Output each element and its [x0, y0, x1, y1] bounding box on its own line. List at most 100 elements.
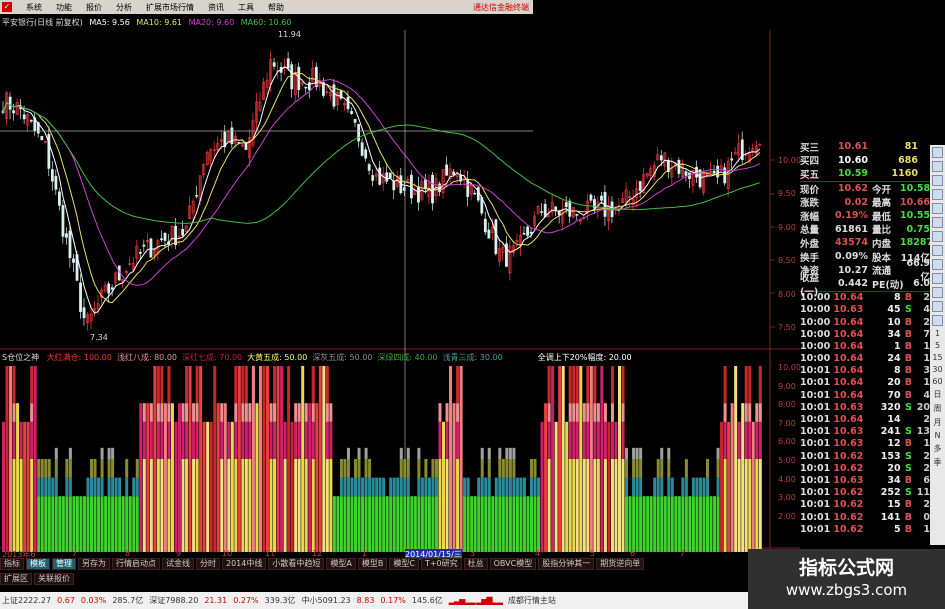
position-bar: [698, 477, 702, 497]
tick-price: 10.63: [833, 401, 864, 413]
position-bar: [635, 496, 639, 552]
indicator-tabs: 指标 模板 管理 另存为 行情启动点 试金线 分时 2014中线 小散看中趋短 模型A 模型B 模型C…: [0, 558, 645, 570]
position-bar: [311, 421, 315, 459]
period-button[interactable]: 日: [934, 389, 942, 400]
indicator-tab[interactable]: 分时: [196, 558, 220, 570]
position-bar: [758, 366, 762, 404]
indicator-tab[interactable]: 2014中线: [222, 558, 267, 570]
candle-body: [431, 174, 434, 204]
tick-direction: S: [905, 426, 912, 438]
extension-tab[interactable]: 扩展区: [0, 573, 32, 585]
period-button[interactable]: 周: [934, 403, 942, 414]
stock-title: 平安银行(日线 前复权): [2, 18, 83, 27]
indicator-tab[interactable]: 模型B: [357, 558, 388, 570]
indicator-tab[interactable]: 杜总: [463, 558, 488, 570]
chart-icon[interactable]: [932, 147, 943, 158]
tick-time: 10:01: [800, 365, 831, 377]
sh-percent: 0.03%: [80, 596, 107, 605]
pen-icon[interactable]: [932, 287, 943, 298]
position-bar: [195, 459, 199, 552]
extension-tab[interactable]: 关联报价: [34, 573, 74, 585]
position-bar: [508, 459, 512, 478]
position-bar: [375, 477, 379, 497]
grid-icon[interactable]: [932, 245, 943, 256]
tick-count: 1: [923, 353, 930, 365]
quote-icon[interactable]: [932, 161, 943, 172]
position-bar: [744, 403, 748, 422]
tick-count: 2: [923, 450, 930, 462]
position-bar: [364, 447, 368, 459]
candle-body: [350, 111, 353, 114]
indicator-tab[interactable]: 模型A: [326, 558, 356, 570]
position-bar: [19, 421, 23, 459]
position-bar: [607, 421, 611, 552]
candle-body: [388, 172, 392, 179]
position-bar: [706, 496, 709, 552]
position-bar: [192, 421, 196, 459]
position-bar: [537, 477, 541, 497]
position-bar: [195, 366, 199, 404]
period-button[interactable]: 1: [935, 329, 940, 338]
position-bar: [716, 496, 720, 552]
zx-change: 8.83: [356, 596, 375, 605]
pie-icon[interactable]: [932, 203, 943, 214]
info-icon[interactable]: [932, 175, 943, 186]
indicator-tab[interactable]: 另存为: [78, 558, 110, 570]
zoom-out-icon[interactable]: [932, 315, 943, 326]
position-bar: [385, 496, 389, 552]
period-button[interactable]: 5: [935, 341, 940, 350]
position-bar: [47, 459, 51, 478]
tick-volume: 5: [893, 523, 901, 535]
stat-value: 10.55: [900, 210, 931, 222]
indicator-tab[interactable]: 期货逆向单: [596, 558, 645, 570]
position-bar: [111, 496, 115, 552]
indicator-tab[interactable]: T+0研究: [420, 558, 462, 570]
period-button[interactable]: 季: [934, 457, 942, 468]
position-bar: [58, 496, 62, 552]
position-bar: [533, 496, 537, 552]
tick-price: 10.64: [833, 340, 864, 352]
ma60-label: MA60: 10.60: [240, 18, 292, 27]
indicator-tab[interactable]: 模型C: [389, 558, 419, 570]
indicator-tab[interactable]: 指标: [0, 558, 24, 570]
stat-label: 流通: [872, 266, 892, 278]
indicator-tab[interactable]: 小散看中趋短: [268, 558, 325, 570]
position-bar: [149, 403, 153, 422]
position-bar: [406, 447, 410, 459]
position-bar: [456, 421, 460, 459]
period-button[interactable]: 60: [932, 377, 942, 386]
period-button[interactable]: 月: [934, 417, 942, 428]
position-bar: [244, 366, 248, 404]
list-icon[interactable]: [932, 231, 943, 242]
period-button[interactable]: 30: [932, 365, 942, 374]
period-button[interactable]: N: [935, 431, 941, 440]
candle-body: [487, 229, 491, 239]
draw-icon[interactable]: [932, 259, 943, 270]
zoom-in-icon[interactable]: [932, 301, 943, 312]
position-bar: [688, 496, 692, 552]
indicator-tab[interactable]: 模板: [26, 558, 50, 570]
position-bar: [378, 477, 382, 497]
indicator-tab[interactable]: OBVC模型: [489, 558, 537, 570]
tick-row: 10:01 10.62 252 S 11: [800, 487, 930, 499]
indicator-tab[interactable]: 试金线: [162, 558, 194, 570]
tick-row: 10:01 10.62 20 S 2: [800, 462, 930, 474]
period-button[interactable]: 15: [932, 353, 942, 362]
position-bar: [195, 403, 199, 422]
indicator-tab[interactable]: 行情启动点: [112, 558, 160, 570]
position-bar: [424, 477, 428, 497]
position-bar: [547, 403, 551, 422]
position-bar: [167, 459, 171, 552]
date-axis-label: 8: [125, 549, 131, 558]
indicator-tab[interactable]: 管理: [52, 558, 76, 570]
position-bar: [456, 366, 460, 404]
indicator-tab[interactable]: 股指分钟其一: [538, 558, 595, 570]
server-name[interactable]: 成都行情主站: [508, 595, 556, 606]
position-bar: [445, 459, 449, 552]
position-bar: [632, 496, 636, 552]
move-icon[interactable]: [932, 273, 943, 284]
settings-icon[interactable]: [932, 217, 943, 228]
kline-icon[interactable]: [932, 189, 943, 200]
period-button[interactable]: 多: [934, 443, 942, 454]
position-bar: [79, 496, 83, 552]
